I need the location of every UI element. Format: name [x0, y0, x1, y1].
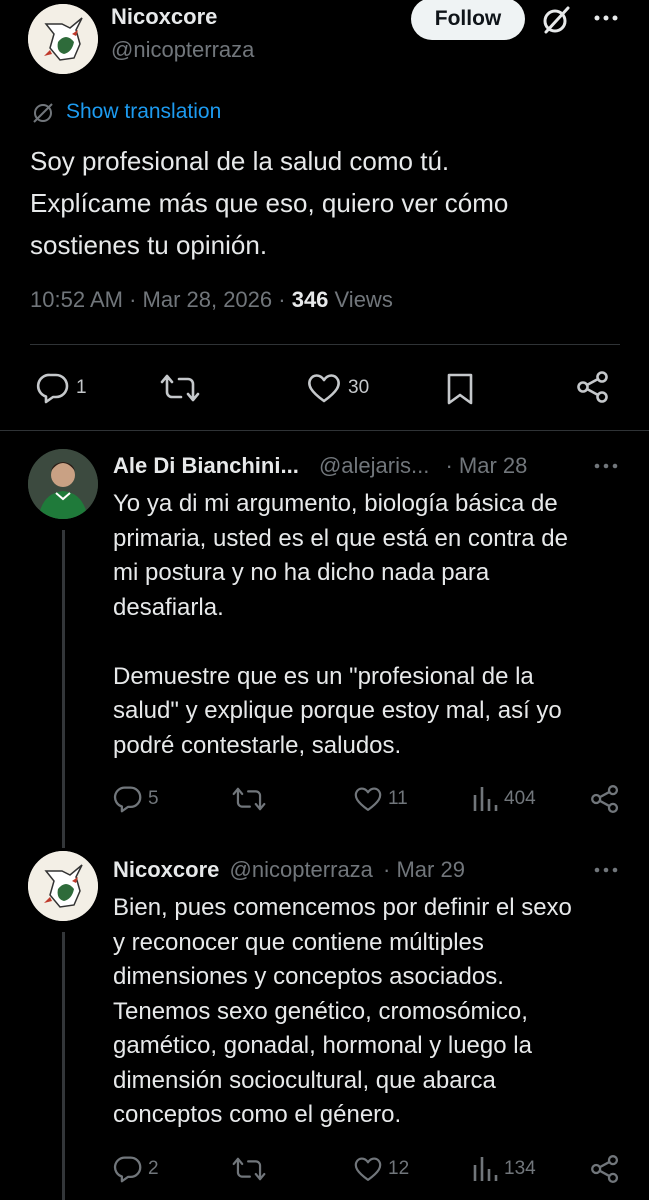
retweet-icon: [232, 787, 266, 811]
tweet-text: Soy profesional de la salud como tú. Exp…: [30, 140, 508, 266]
bookmark-button[interactable]: [445, 372, 475, 406]
share-icon: [591, 1155, 619, 1183]
reply-text: Bien, pues comencemos por definir el sex…: [113, 894, 572, 1128]
like-count: 11: [388, 788, 408, 809]
translate-icon: [30, 100, 56, 131]
views-count: 346: [291, 287, 329, 312]
more-options-icon[interactable]: [593, 10, 619, 31]
reply-button[interactable]: 2: [113, 1155, 159, 1183]
divider: [0, 430, 649, 431]
heart-icon: [308, 374, 340, 403]
reply-author-handle[interactable]: @nicopterraza: [230, 857, 373, 882]
reply-author-name[interactable]: Nicoxcore: [113, 857, 219, 882]
views-button[interactable]: 134: [472, 1155, 536, 1183]
reply-count: 5: [148, 788, 159, 809]
wolf-logo-icon: [28, 851, 98, 921]
follow-button[interactable]: Follow: [411, 0, 525, 40]
views-count: 404: [504, 788, 536, 809]
more-options-icon[interactable]: [594, 459, 618, 478]
analytics-icon: [473, 1157, 498, 1181]
tweet-meta: 10:52 AM · Mar 28, 2026 · 346 Views: [30, 287, 393, 313]
share-button[interactable]: [590, 784, 620, 814]
retweet-icon: [160, 374, 200, 402]
reply-author-name[interactable]: Ale Di Bianchini...: [113, 453, 299, 478]
reply-date[interactable]: · Mar 29: [383, 857, 465, 882]
reply-count: 1: [76, 377, 87, 398]
views-label: Views: [328, 287, 393, 312]
tweet-timestamp[interactable]: 10:52 AM · Mar 28, 2026 ·: [30, 287, 292, 312]
retweet-button[interactable]: [232, 1155, 266, 1183]
divider: [30, 344, 620, 345]
reply-header: Nicoxcore @nicopterraza · Mar 29: [113, 857, 465, 883]
tweet-text-line: Soy profesional de la salud como tú.: [30, 146, 450, 176]
like-button[interactable]: 11: [353, 785, 408, 813]
reply-avatar[interactable]: [28, 449, 98, 519]
thread-line: [62, 530, 65, 848]
reply-icon: [113, 786, 142, 813]
reply-avatar[interactable]: [28, 851, 98, 921]
retweet-icon: [232, 1157, 266, 1181]
share-icon: [591, 785, 619, 813]
heart-icon: [354, 787, 382, 811]
reply-text: Yo ya di mi argumento, biología básica d…: [113, 490, 568, 759]
heart-icon: [354, 1157, 382, 1181]
reply-count: 2: [148, 1158, 159, 1179]
analytics-icon: [473, 787, 498, 811]
reply-icon: [113, 1156, 142, 1183]
share-button[interactable]: [590, 1154, 620, 1184]
retweet-button[interactable]: [232, 785, 266, 813]
views-count: 134: [504, 1158, 536, 1179]
profile-photo-icon: [28, 449, 98, 519]
reply-header: Ale Di Bianchini... @alejaris... · Mar 2…: [113, 453, 527, 479]
reply-button[interactable]: 1: [36, 372, 87, 404]
reply-icon: [36, 373, 69, 404]
show-translation-link[interactable]: Show translation: [66, 100, 221, 124]
bookmark-icon: [447, 373, 473, 405]
more-options-icon[interactable]: [594, 863, 618, 882]
share-button[interactable]: [576, 370, 610, 404]
tweet-text-line: sostienes tu opinión.: [30, 230, 268, 260]
like-button[interactable]: 12: [353, 1155, 409, 1183]
retweet-button[interactable]: [160, 372, 200, 404]
thread-line: [62, 932, 65, 1200]
like-button[interactable]: 30: [306, 372, 369, 404]
reply-button[interactable]: 5: [113, 785, 159, 813]
author-handle[interactable]: @nicopterraza: [111, 37, 254, 63]
author-avatar[interactable]: [28, 4, 98, 74]
author-name[interactable]: Nicoxcore: [111, 4, 217, 30]
like-count: 12: [388, 1158, 410, 1179]
views-button[interactable]: 404: [472, 785, 536, 813]
share-icon: [577, 371, 608, 403]
wolf-logo-icon: [28, 4, 98, 74]
grok-icon[interactable]: [540, 4, 572, 41]
reply-author-handle[interactable]: @alejaris...: [319, 453, 429, 478]
like-count: 30: [348, 377, 370, 398]
reply-date[interactable]: · Mar 28: [445, 453, 527, 478]
tweet-text-line: Explícame más que eso, quiero ver cómo: [30, 188, 509, 218]
